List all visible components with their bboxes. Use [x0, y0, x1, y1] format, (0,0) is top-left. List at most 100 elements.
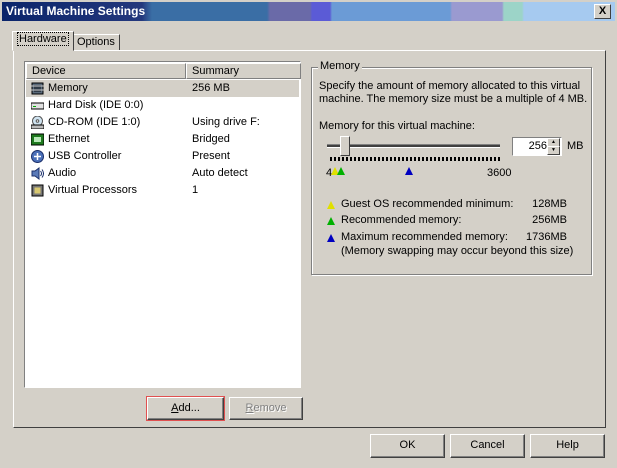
slider-tick: [422, 157, 424, 161]
memory-spinbox[interactable]: 256 ▲ ▼: [512, 137, 562, 156]
yellow-triangle-icon: [327, 201, 335, 209]
slider-tick: [494, 157, 496, 161]
legend-recommended: Recommended memory: 256MB: [327, 214, 567, 228]
column-header-device[interactable]: Device: [26, 63, 186, 79]
slider-tick: [350, 157, 352, 161]
add-button-label: Add...: [171, 402, 200, 414]
spin-down-button[interactable]: ▼: [547, 146, 560, 155]
device-summary: Present: [192, 150, 230, 162]
device-name: Hard Disk (IDE 0:0): [48, 99, 144, 111]
legend-max-recommended: Maximum recommended memory: 1736MB: [327, 231, 567, 245]
slider-tick: [442, 157, 444, 161]
memory-field-label: Memory for this virtual machine:: [319, 120, 475, 132]
device-row-usb[interactable]: USB Controller Present: [26, 148, 299, 165]
legend-label: Guest OS recommended minimum:: [341, 198, 514, 210]
slider-tick: [446, 157, 448, 161]
slider-tick: [402, 157, 404, 161]
ethernet-icon: [31, 133, 44, 146]
slider-tick: [354, 157, 356, 161]
tab-options[interactable]: Options: [72, 34, 120, 51]
slider-tick: [374, 157, 376, 161]
slider-tick: [386, 157, 388, 161]
green-triangle-icon: [327, 217, 335, 225]
slider-tick: [342, 157, 344, 161]
device-row-cdrom[interactable]: CD-ROM (IDE 1:0) Using drive F:: [26, 114, 299, 131]
legend-guest-min: Guest OS recommended minimum: 128MB: [327, 198, 567, 212]
slider-tick: [450, 157, 452, 161]
legend-value: 256MB: [532, 214, 567, 226]
close-button[interactable]: X: [594, 4, 611, 19]
slider-tick: [486, 157, 488, 161]
memory-slider-track[interactable]: [327, 144, 500, 148]
legend-value: 1736MB: [526, 231, 567, 243]
tab-hardware-label: Hardware: [17, 32, 69, 46]
processor-icon: [31, 184, 44, 197]
slider-tick: [338, 157, 340, 161]
device-summary: Auto detect: [192, 167, 248, 179]
list-header: Device Summary: [26, 63, 301, 79]
add-button[interactable]: Add...: [146, 396, 225, 421]
device-row-audio[interactable]: Audio Auto detect: [26, 165, 299, 182]
memory-value[interactable]: 256: [529, 140, 547, 152]
legend-value: 128MB: [532, 198, 567, 210]
memory-slider-thumb[interactable]: [340, 136, 350, 156]
tab-options-label: Options: [77, 36, 115, 48]
slider-tick: [390, 157, 392, 161]
legend-label: Recommended memory:: [341, 214, 462, 226]
legend-label: Maximum recommended memory:: [341, 231, 508, 243]
memory-icon: [31, 82, 44, 95]
device-name: Ethernet: [48, 133, 90, 145]
vm-settings-window: Virtual Machine Settings X Hardware Opti…: [0, 0, 617, 468]
device-summary: 1: [192, 184, 199, 196]
memory-unit-label: MB: [567, 140, 584, 152]
slider-tick: [330, 157, 332, 161]
slider-tick: [458, 157, 460, 161]
slider-tick: [426, 157, 428, 161]
device-row-virtual-processors[interactable]: Virtual Processors 1: [26, 182, 299, 199]
slider-tick: [482, 157, 484, 161]
title-bar[interactable]: Virtual Machine Settings X: [2, 2, 615, 21]
device-summary: 256 MB: [192, 82, 230, 94]
window-title: Virtual Machine Settings: [6, 4, 146, 18]
slider-tick: [454, 157, 456, 161]
cancel-button-label: Cancel: [470, 439, 505, 451]
help-button[interactable]: Help: [530, 434, 605, 458]
device-name: Audio: [48, 167, 77, 179]
recommended-marker-icon: [337, 167, 345, 175]
device-name: CD-ROM (IDE 1:0): [48, 116, 141, 128]
slider-max-label: 3600: [487, 167, 512, 179]
memory-slider-ticks: [330, 157, 500, 161]
slider-tick: [398, 157, 400, 161]
max-recommended-marker-icon: [405, 167, 413, 175]
slider-tick: [378, 157, 380, 161]
help-button-label: Help: [556, 439, 579, 451]
device-row-ethernet[interactable]: Ethernet Bridged: [26, 131, 299, 148]
ok-button[interactable]: OK: [370, 434, 445, 458]
remove-button[interactable]: Remove: [229, 397, 303, 420]
cancel-button[interactable]: Cancel: [450, 434, 525, 458]
hard-disk-icon: [31, 102, 44, 110]
slider-tick: [490, 157, 492, 161]
device-row-memory[interactable]: Memory 256 MB: [26, 80, 299, 97]
remove-button-label: Remove: [245, 402, 287, 414]
slider-tick: [434, 157, 436, 161]
slider-tick: [466, 157, 468, 161]
tab-hardware[interactable]: Hardware: [12, 31, 74, 51]
device-list[interactable]: Device Summary Memory 256 MB Hard Disk (…: [24, 61, 301, 388]
slider-tick: [470, 157, 472, 161]
slider-tick: [370, 157, 372, 161]
column-header-summary[interactable]: Summary: [186, 63, 301, 79]
slider-tick: [362, 157, 364, 161]
device-row-hard-disk[interactable]: Hard Disk (IDE 0:0): [26, 97, 299, 114]
slider-tick: [498, 157, 500, 161]
slider-tick: [382, 157, 384, 161]
device-name: USB Controller: [48, 150, 122, 162]
slider-tick: [430, 157, 432, 161]
slider-tick: [394, 157, 396, 161]
slider-tick: [474, 157, 476, 161]
slider-tick: [478, 157, 480, 161]
slider-tick: [366, 157, 368, 161]
slider-tick: [438, 157, 440, 161]
device-name: Memory: [48, 82, 88, 94]
cdrom-icon: [31, 116, 44, 129]
